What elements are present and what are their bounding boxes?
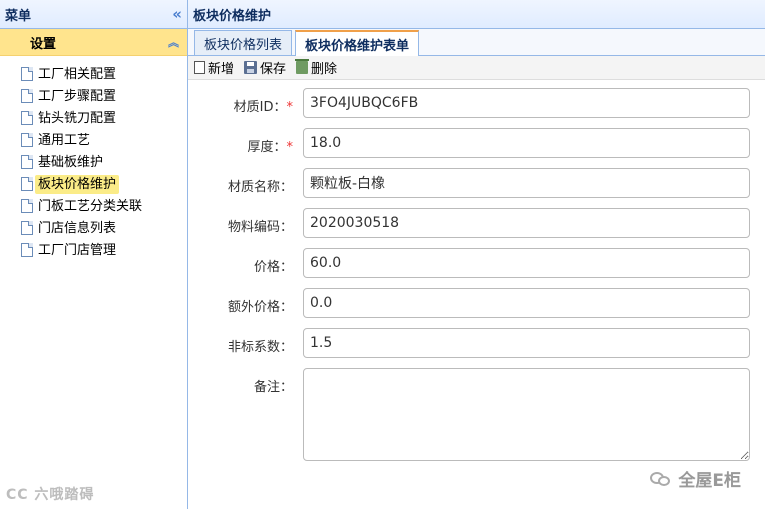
save-button[interactable]: 保存 bbox=[244, 58, 286, 77]
tab-price-list[interactable]: 板块价格列表 bbox=[194, 30, 293, 55]
file-icon bbox=[21, 67, 33, 81]
form-row-thickness: 厚度：* bbox=[188, 128, 765, 160]
chevron-double-up-icon[interactable]: ︽ bbox=[168, 34, 179, 50]
tree-item-factory-config[interactable]: 工厂相关配置 bbox=[0, 63, 187, 85]
tree-item-label: 钻头铣刀配置 bbox=[38, 110, 117, 126]
tree-item-store-list[interactable]: 门店信息列表 bbox=[0, 217, 187, 239]
form-row-material-name: 材质名称： bbox=[188, 168, 765, 200]
tree-item-label: 通用工艺 bbox=[38, 132, 91, 148]
floppy-disk-icon bbox=[244, 61, 258, 74]
price-input[interactable] bbox=[303, 248, 750, 278]
file-icon bbox=[21, 89, 33, 103]
required-asterisk: * bbox=[286, 100, 294, 115]
content-header: 板块价格维护 bbox=[188, 0, 765, 29]
material-id-label: 材质ID：* bbox=[233, 100, 294, 115]
delete-button-label: 删除 bbox=[311, 62, 338, 77]
toolbar: 新增 保存 删除 bbox=[188, 56, 765, 80]
delete-button[interactable]: 删除 bbox=[295, 58, 338, 77]
extra-price-label: 额外价格： bbox=[227, 300, 293, 315]
tree-item-label: 门板工艺分类关联 bbox=[38, 198, 143, 214]
remark-label: 备注： bbox=[253, 380, 293, 395]
wechat-icon bbox=[650, 470, 672, 488]
menu-tree: 工厂相关配置 工厂步骤配置 钻头铣刀配置 通用工艺 基础板维护 板块价格维护 门… bbox=[0, 56, 187, 261]
new-file-icon bbox=[194, 61, 205, 74]
tree-item-factory-steps[interactable]: 工厂步骤配置 bbox=[0, 85, 187, 107]
save-button-label: 保存 bbox=[260, 62, 287, 77]
new-button-label: 新增 bbox=[208, 62, 235, 77]
page-title: 板块价格维护 bbox=[193, 8, 272, 24]
file-icon bbox=[21, 133, 33, 147]
file-icon bbox=[21, 243, 33, 257]
thickness-input[interactable] bbox=[303, 128, 750, 158]
form-row-price: 价格： bbox=[188, 248, 765, 280]
tree-item-base-board[interactable]: 基础板维护 bbox=[0, 151, 187, 173]
nonstandard-factor-input[interactable] bbox=[303, 328, 750, 358]
watermark-left: CC 六哦踏碍 bbox=[6, 487, 95, 503]
new-button[interactable]: 新增 bbox=[194, 58, 234, 77]
collapse-double-chevron-left-icon[interactable]: « bbox=[172, 5, 182, 23]
required-asterisk: * bbox=[286, 140, 294, 155]
tabs-bar: 板块价格列表 板块价格维护表单 bbox=[188, 29, 765, 56]
file-icon bbox=[21, 111, 33, 125]
tree-item-label: 板块价格维护 bbox=[35, 174, 120, 194]
remark-textarea[interactable] bbox=[303, 368, 750, 461]
tree-item-label: 门店信息列表 bbox=[38, 220, 117, 236]
tree-item-drill-config[interactable]: 钻头铣刀配置 bbox=[0, 107, 187, 129]
file-icon bbox=[21, 199, 33, 213]
tree-item-label: 工厂相关配置 bbox=[38, 66, 117, 82]
menu-header: 菜单 « bbox=[0, 0, 187, 29]
menu-title: 菜单 bbox=[5, 8, 32, 24]
nonstandard-factor-label: 非标系数： bbox=[227, 340, 293, 355]
trash-icon bbox=[295, 59, 310, 74]
form-row-material-code: 物料编码： bbox=[188, 208, 765, 240]
extra-price-input[interactable] bbox=[303, 288, 750, 318]
file-icon bbox=[21, 221, 33, 235]
menu-panel: 菜单 « 设置 ︽ 工厂相关配置 工厂步骤配置 钻头铣刀配置 通用工艺 基础板维… bbox=[0, 0, 188, 509]
form-row-remark: 备注： bbox=[188, 368, 765, 463]
tree-item-factory-store[interactable]: 工厂门店管理 bbox=[0, 239, 187, 261]
tab-price-form[interactable]: 板块价格维护表单 bbox=[295, 30, 420, 56]
watermark-right-text: 全屋E柜 bbox=[678, 471, 741, 491]
form-row-extra-price: 额外价格： bbox=[188, 288, 765, 320]
material-name-label: 材质名称： bbox=[227, 180, 293, 195]
tree-item-label: 工厂门店管理 bbox=[38, 242, 117, 258]
tree-item-label: 工厂步骤配置 bbox=[38, 88, 117, 104]
accordion-settings-title: 设置 bbox=[30, 36, 57, 52]
material-code-input[interactable] bbox=[303, 208, 750, 238]
file-icon bbox=[21, 155, 33, 169]
accordion-settings-header[interactable]: 设置 ︽ bbox=[0, 29, 187, 56]
tree-item-board-price[interactable]: 板块价格维护 bbox=[0, 173, 187, 195]
tree-item-general-process[interactable]: 通用工艺 bbox=[0, 129, 187, 151]
content-panel: 板块价格维护 板块价格列表 板块价格维护表单 新增 保存 删除 材质ID：* 厚… bbox=[188, 0, 765, 509]
thickness-label: 厚度：* bbox=[247, 140, 294, 155]
file-icon bbox=[21, 177, 33, 191]
form-row-material-id: 材质ID：* bbox=[188, 88, 765, 120]
price-label: 价格： bbox=[253, 260, 293, 275]
tree-item-label: 基础板维护 bbox=[38, 154, 104, 170]
form-row-nonstandard-factor: 非标系数： bbox=[188, 328, 765, 360]
material-code-label: 物料编码： bbox=[227, 220, 293, 235]
tree-item-door-process-link[interactable]: 门板工艺分类关联 bbox=[0, 195, 187, 217]
material-id-input[interactable] bbox=[303, 88, 750, 118]
watermark-right: 全屋E柜 bbox=[650, 466, 741, 491]
material-name-input[interactable] bbox=[303, 168, 750, 198]
